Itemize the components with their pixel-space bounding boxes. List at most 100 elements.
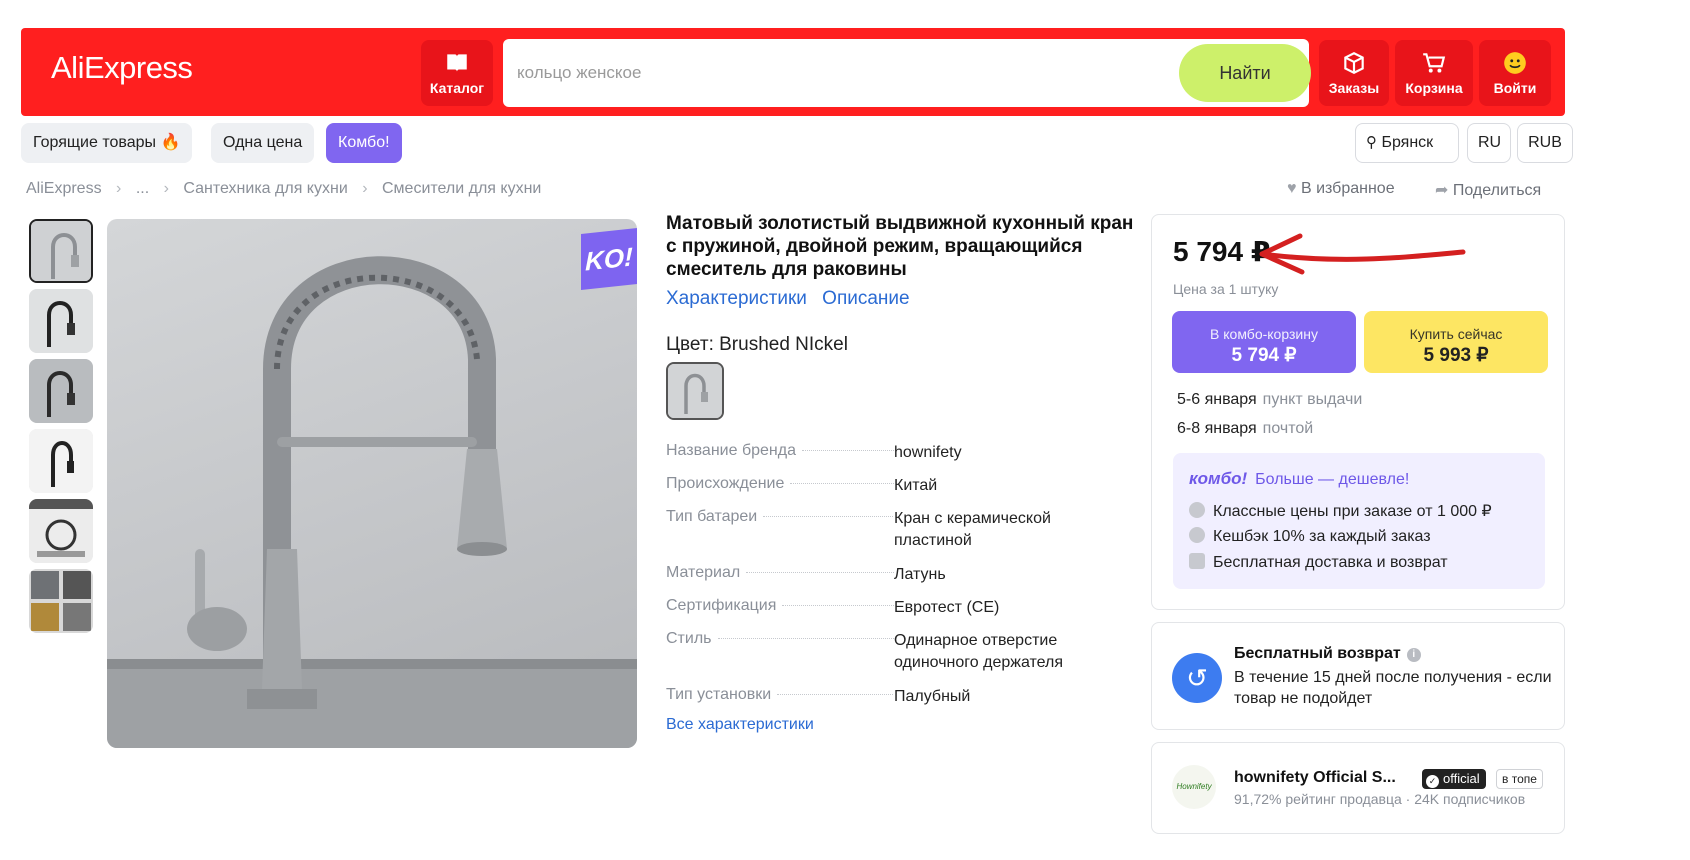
aliexpress-logo[interactable]: AliExpress [51, 50, 193, 86]
combo-benefit-text: Классные цены при заказе от 1 000 ₽ [1213, 503, 1492, 520]
free-return-card[interactable]: ↺ Бесплатный возврат i В течение 15 дней … [1151, 622, 1565, 730]
heart-icon: ♥ [1287, 180, 1297, 197]
chip-one-price[interactable]: Одна цена [211, 123, 315, 163]
currency-selector[interactable]: RUB [1517, 123, 1573, 163]
return-arrow-icon: ↺ [1172, 653, 1222, 703]
combo-promo[interactable]: комбо! Больше — дешевле! Классные цены пр… [1173, 453, 1545, 589]
breadcrumb-kitchen-faucets[interactable]: Смесители для кухни [382, 180, 541, 197]
spec-value: Евротест (CE) [894, 599, 1000, 616]
login-button[interactable]: Войти [1479, 40, 1551, 106]
favorite-button[interactable]: ♥ В избранное [1287, 180, 1395, 198]
product-tabs: Характеристики Описание [666, 288, 920, 310]
spec-value: Кран с керамической пластиной [894, 510, 1051, 549]
buy-now-button[interactable]: Купить сейчас 5 993 ₽ [1364, 311, 1548, 373]
location-selector[interactable]: ⚲ Брянск [1355, 123, 1459, 163]
catalog-button[interactable]: Каталог [421, 40, 493, 106]
combo-benefit: Кешбэк 10% за каждый заказ [1189, 527, 1431, 546]
spec-name: Сертификация [666, 597, 894, 615]
truck-icon [1189, 553, 1205, 569]
chip-combo[interactable]: Комбо! [326, 123, 402, 163]
seller-followers: 24K подписчиков [1414, 791, 1526, 807]
chevron-right-icon: › [362, 180, 368, 197]
share-label: Поделиться [1452, 182, 1542, 199]
share-button[interactable]: ➦ Поделиться [1435, 180, 1541, 200]
return-title-text: Бесплатный возврат [1234, 645, 1401, 662]
all-specs-link[interactable]: Все характеристики [666, 716, 814, 734]
combo-benefit: Бесплатная доставка и возврат [1189, 553, 1448, 572]
combo-benefit: Классные цены при заказе от 1 000 ₽ [1189, 501, 1492, 521]
breadcrumb-kitchen-plumbing[interactable]: Сантехника для кухни [183, 180, 347, 197]
thumbnail-1[interactable] [29, 219, 93, 283]
spec-name: Тип батареи [666, 508, 894, 526]
delivery-option: 5-6 января пункт выдачи [1177, 391, 1362, 409]
chevron-right-icon: › [163, 180, 169, 197]
price: 5 794 ₽ [1173, 236, 1271, 267]
breadcrumb-home[interactable]: AliExpress [26, 180, 102, 197]
parts-thumb-icon [29, 569, 93, 633]
book-icon [447, 54, 467, 72]
catalog-label: Каталог [429, 80, 485, 96]
orders-button[interactable]: Заказы [1319, 40, 1389, 106]
delivery-date: 5-6 января [1177, 391, 1257, 408]
faucet-image [107, 256, 637, 748]
buy-button-price: 5 993 ₽ [1423, 345, 1489, 366]
cart-icon [1423, 53, 1446, 73]
seller-rating: 91,72% рейтинг продавца [1234, 791, 1402, 807]
site-header: AliExpress Каталог Найти Заказы Корзина … [21, 28, 1565, 116]
combo-promo-heading: комбо! Больше — дешевле! [1189, 469, 1409, 489]
breadcrumb-ellipsis[interactable]: ... [136, 180, 149, 197]
cashback-icon [1189, 527, 1205, 543]
spec-value: Китай [894, 477, 938, 494]
dot-separator: · [1405, 791, 1415, 807]
info-icon[interactable]: i [1406, 648, 1421, 662]
buy-button-label: Купить сейчас [1409, 326, 1503, 342]
thumbnail-6[interactable] [29, 569, 93, 633]
faucet-thumb-icon [29, 359, 93, 423]
delivery-option: 6-8 января почтой [1177, 420, 1313, 438]
combo-badge: KO! [581, 228, 637, 290]
combo-benefit-text: Бесплатная доставка и возврат [1213, 554, 1448, 571]
spec-name: Название бренда [666, 442, 894, 460]
checkmark-icon: ✓ [1426, 775, 1439, 788]
add-to-combo-button[interactable]: В комбо-корзину 5 794 ₽ [1172, 311, 1356, 373]
seller-logo[interactable]: Hownifety [1172, 765, 1216, 809]
thumbnail-2[interactable] [29, 289, 93, 353]
color-option-brushed-nickel[interactable] [666, 362, 724, 420]
spec-name: Тип установки [666, 686, 894, 704]
chip-hot-deals[interactable]: Горящие товары 🔥 [21, 123, 193, 163]
seller-card[interactable]: Hownifety hownifety Official S... ✓ offic… [1151, 742, 1565, 834]
thumbnail-3[interactable] [29, 359, 93, 423]
favorite-label: В избранное [1300, 180, 1395, 197]
orders-label: Заказы [1328, 80, 1380, 96]
faucet-swatch-icon [668, 364, 722, 418]
chevron-right-icon: › [116, 180, 122, 197]
product-title: Матовый золотистый выдвижной кухонный кр… [666, 213, 1134, 280]
tab-description[interactable]: Описание [822, 288, 909, 309]
combo-benefit-text: Кешбэк 10% за каждый заказ [1213, 528, 1431, 545]
location-pin-icon: ⚲ [1366, 134, 1377, 151]
faucet-thumb-icon [29, 289, 93, 353]
spec-value: Одинарное отверстие одиночного держателя [894, 632, 1063, 671]
faucet-thumb-icon [29, 429, 93, 493]
seller-name[interactable]: hownifety Official S... [1234, 769, 1396, 787]
search-input[interactable] [517, 57, 1137, 89]
tab-characteristics[interactable]: Характеристики [666, 288, 807, 309]
search-bar: Найти [503, 39, 1311, 107]
language-selector[interactable]: RU [1467, 123, 1511, 163]
spec-name: Материал [666, 564, 894, 582]
thumbnail-4[interactable] [29, 429, 93, 493]
share-icon: ➦ [1435, 182, 1449, 199]
buy-box: 5 794 ₽ Цена за 1 штуку В комбо-корзину … [1151, 214, 1565, 610]
official-badge-label: official [1443, 771, 1480, 786]
product-main-image[interactable]: KO! [107, 219, 637, 748]
top-seller-badge: в топе [1496, 769, 1543, 789]
thumbnail-5[interactable] [29, 499, 93, 563]
cart-button[interactable]: Корзина [1395, 40, 1473, 106]
login-label: Войти [1493, 80, 1537, 96]
fire-icon: 🔥 [160, 134, 181, 151]
spec-name: Стиль [666, 630, 894, 648]
spec-value: Палубный [894, 688, 971, 705]
spec-name: Происхождение [666, 475, 894, 493]
search-button[interactable]: Найти [1179, 44, 1311, 102]
combo-headline: Больше — дешевле! [1255, 471, 1410, 488]
